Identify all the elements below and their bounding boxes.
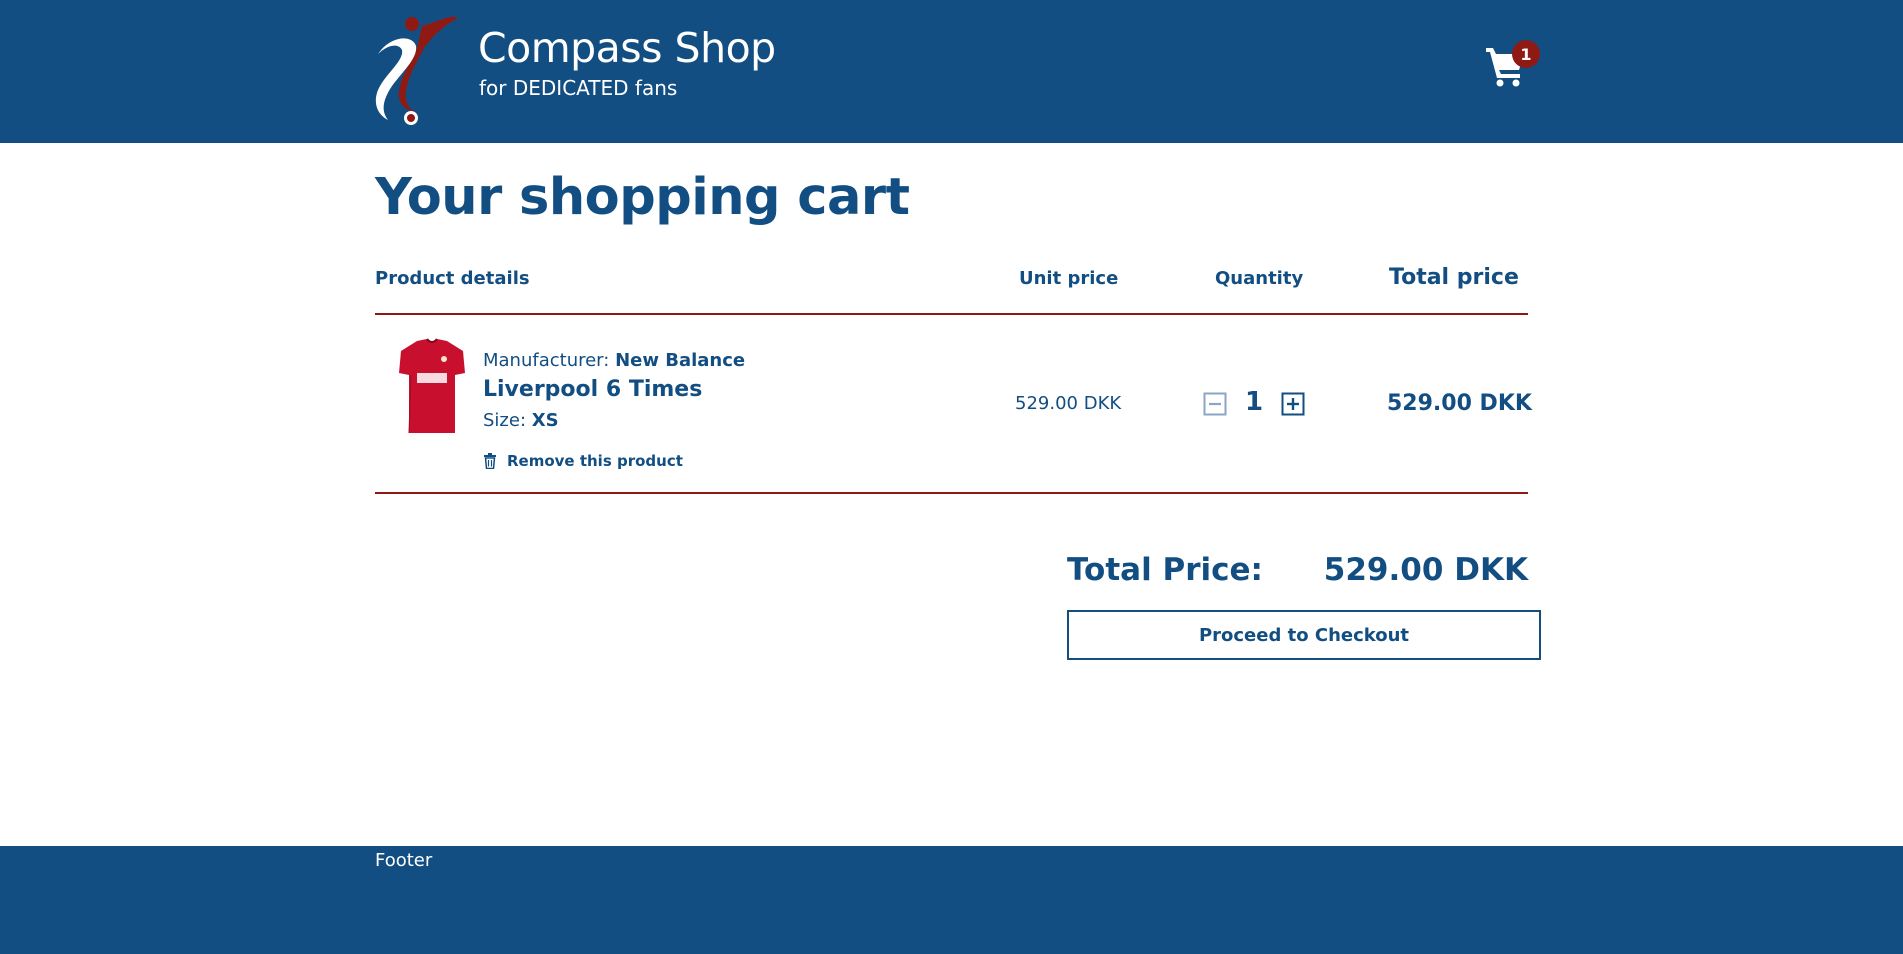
site-header: Compass Shop for DEDICATED fans 1 <box>0 0 1903 143</box>
quantity-value: 1 <box>1244 387 1264 417</box>
page-title: Your shopping cart <box>375 168 910 227</box>
column-header-quantity: Quantity <box>1215 268 1304 289</box>
manufacturer-name: New Balance <box>615 350 746 371</box>
brand-title[interactable]: Compass Shop <box>478 24 776 72</box>
column-header-total-price: Total price <box>1389 265 1519 290</box>
product-size: Size: XS <box>483 410 559 431</box>
footballer-logo-icon[interactable] <box>372 14 462 128</box>
product-image[interactable] <box>397 337 467 437</box>
size-value: XS <box>531 410 559 431</box>
column-header-unit-price: Unit price <box>1019 268 1119 289</box>
minus-square-icon[interactable] <box>1203 392 1227 416</box>
remove-product-label: Remove this product <box>507 452 683 470</box>
unit-price-value: 529.00 DKK <box>1015 393 1122 414</box>
brand-subtitle: for DEDICATED fans <box>479 76 678 100</box>
summary-total-label: Total Price: <box>1067 552 1263 588</box>
summary-total-value: 529.00 DKK <box>1323 552 1528 588</box>
remove-product-button[interactable]: Remove this product <box>483 452 683 470</box>
row-total-price: 529.00 DKK <box>1387 391 1532 416</box>
product-name[interactable]: Liverpool 6 Times <box>483 377 702 402</box>
trash-icon <box>484 453 496 469</box>
proceed-to-checkout-button[interactable]: Proceed to Checkout <box>1067 610 1541 660</box>
product-manufacturer: Manufacturer: New Balance <box>483 350 746 371</box>
site-footer: Footer <box>0 846 1903 954</box>
cart-count-badge: 1 <box>1512 40 1540 68</box>
column-header-product: Product details <box>375 268 530 289</box>
cart-button[interactable]: 1 <box>1484 38 1540 88</box>
cart-row: Manufacturer: New Balance Liverpool 6 Ti… <box>375 315 1532 493</box>
footer-text: Footer <box>375 850 433 871</box>
plus-square-icon[interactable] <box>1281 392 1305 416</box>
table-bottom-divider <box>375 492 1528 494</box>
